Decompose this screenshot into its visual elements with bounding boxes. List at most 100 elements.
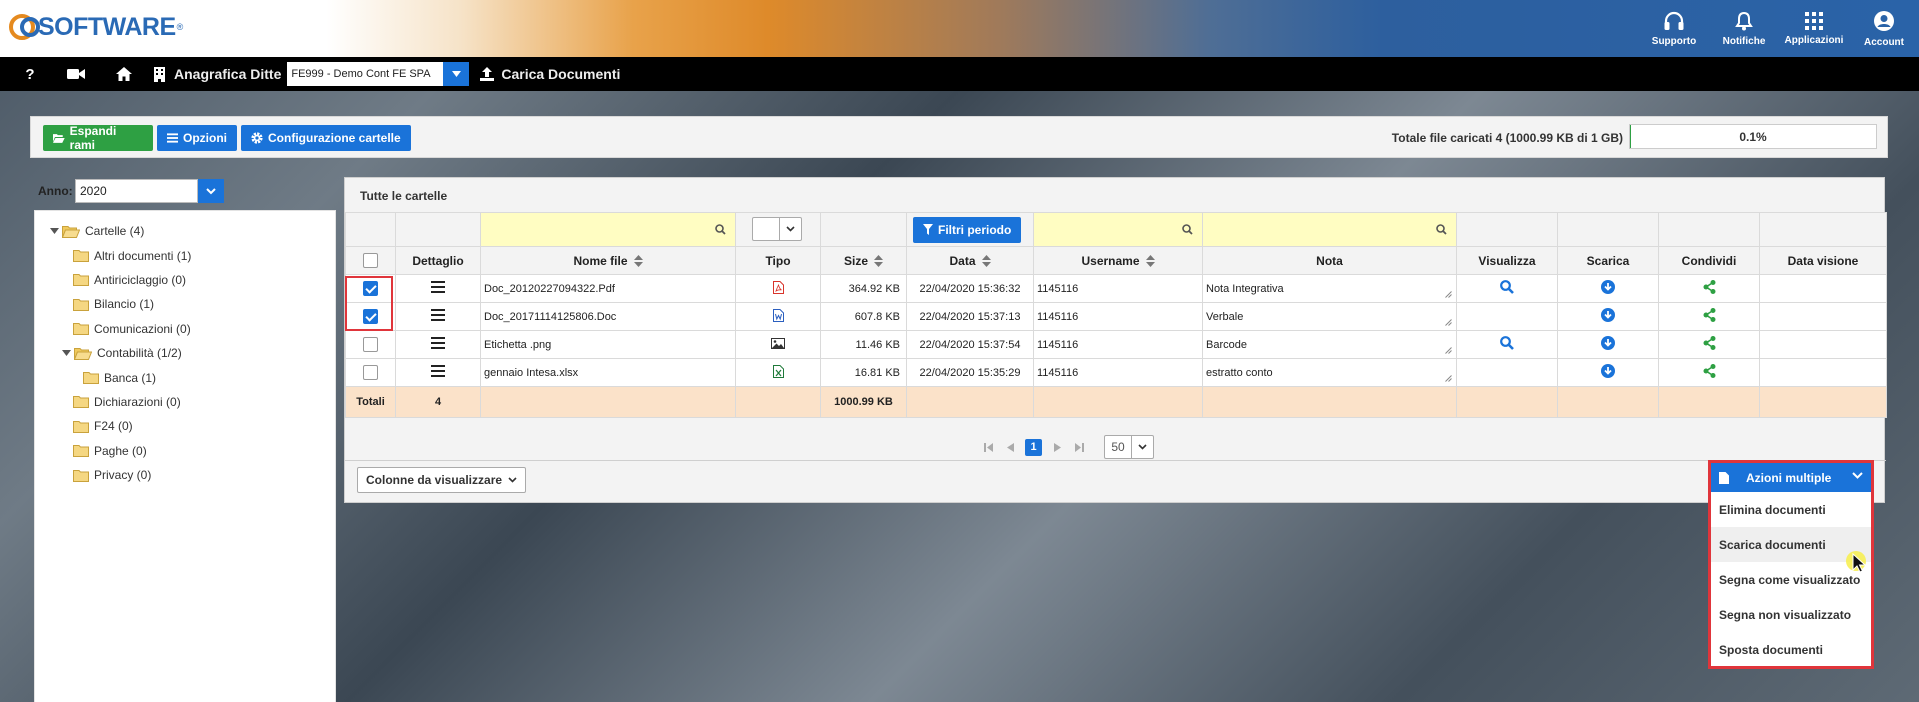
pager: 1 50: [345, 426, 1886, 468]
resize-handle-icon[interactable]: [1445, 319, 1452, 326]
select-all-checkbox[interactable]: [363, 253, 378, 269]
row-checkbox[interactable]: [363, 337, 378, 352]
tree-item[interactable]: Privacy (0): [35, 463, 335, 487]
visualizza-cell[interactable]: [1456, 330, 1558, 359]
tree-item[interactable]: F24 (0): [35, 414, 335, 438]
current-page[interactable]: 1: [1025, 438, 1042, 456]
col-size-label: Size: [843, 253, 868, 268]
tree-item[interactable]: Banca (1): [35, 365, 335, 389]
sort-icon: [1145, 255, 1155, 268]
table-row[interactable]: Doc_20120227094322.Pdf 364.92 KB 22/04/202…: [345, 274, 1887, 303]
upload-button[interactable]: [479, 57, 495, 91]
espandi-rami-button[interactable]: Espandi rami: [43, 124, 153, 152]
resize-handle-icon[interactable]: [1445, 375, 1452, 382]
opzioni-button[interactable]: Opzioni: [157, 125, 237, 151]
col-nome-file[interactable]: Nome file: [480, 246, 736, 275]
azioni-menu-item[interactable]: Segna non visualizzato: [1711, 597, 1871, 632]
col-username[interactable]: Username: [1033, 246, 1203, 275]
help-button[interactable]: ?: [18, 57, 42, 91]
nota-filter[interactable]: [1202, 212, 1457, 247]
carica-documenti-link[interactable]: Carica Documenti: [501, 66, 620, 82]
tree-item[interactable]: Dichiarazioni (0): [35, 390, 335, 414]
dettaglio-cell[interactable]: [395, 330, 481, 359]
nota-cell[interactable]: Barcode: [1202, 330, 1457, 359]
nome-file-cell[interactable]: Doc_20171114125806.Doc: [480, 302, 736, 331]
azioni-menu-item[interactable]: Elimina documenti: [1711, 492, 1871, 527]
tree-item[interactable]: Altri documenti (1): [35, 243, 335, 267]
tree-item[interactable]: Paghe (0): [35, 439, 335, 463]
next-page-icon: [1053, 442, 1061, 452]
configurazione-cartelle-button[interactable]: Configurazione cartelle: [241, 125, 411, 151]
table-row[interactable]: Doc_20171114125806.Doc 607.8 KB 22/04/2020…: [345, 302, 1887, 331]
anno-select[interactable]: 2020: [75, 179, 198, 203]
tree-item-label: Banca (1): [104, 370, 157, 385]
home-button[interactable]: [112, 57, 136, 91]
ditta-select[interactable]: FE999 - Demo Cont FE SPA: [287, 62, 470, 86]
nota-cell[interactable]: estratto conto: [1202, 358, 1457, 387]
share-icon: [1703, 280, 1715, 294]
nav-bar: ? Anagrafica Ditte FE999 - Demo Cont FE …: [0, 57, 1919, 91]
scarica-cell[interactable]: [1557, 330, 1659, 359]
dettaglio-cell[interactable]: [395, 274, 481, 303]
headset-icon: [1664, 11, 1684, 30]
tree-item-label: Privacy (0): [94, 468, 152, 483]
condividi-cell[interactable]: [1658, 302, 1760, 331]
account-button[interactable]: Account: [1849, 0, 1919, 57]
colonne-da-visualizzare-button[interactable]: Colonne da visualizzare: [357, 467, 527, 493]
tree-item[interactable]: Antiriciclaggio (0): [35, 268, 335, 292]
tree-item[interactable]: Bilancio (1): [35, 292, 335, 316]
scarica-cell[interactable]: [1557, 302, 1659, 331]
table-row[interactable]: gennaio Intesa.xlsx 16.81 KB 22/04/2020 15…: [345, 358, 1887, 387]
filtri-periodo-button[interactable]: Filtri periodo: [913, 216, 1022, 243]
tree-item[interactable]: Cartelle (4): [35, 219, 335, 243]
applicazioni-button[interactable]: Applicazioni: [1779, 0, 1849, 57]
ditta-value: FE999 - Demo Cont FE SPA: [287, 62, 444, 86]
tipo-filter-select[interactable]: [752, 216, 802, 241]
nome-file-cell[interactable]: gennaio Intesa.xlsx: [480, 358, 736, 387]
select-all-cell: [345, 246, 396, 275]
size-cell: 16.81 KB: [820, 358, 907, 387]
azioni-menu-item[interactable]: Sposta documenti: [1711, 632, 1871, 667]
ditta-dropdown-button[interactable]: [443, 62, 470, 86]
grid-title: Tutte le cartelle: [360, 189, 448, 203]
username-filter[interactable]: [1033, 212, 1203, 247]
nome-file-filter[interactable]: [480, 212, 736, 247]
tree-item[interactable]: Comunicazioni (0): [35, 317, 335, 341]
condividi-cell[interactable]: [1658, 330, 1760, 359]
tree-item[interactable]: Contabilità (1/2): [35, 341, 335, 365]
anagrafica-ditte-link[interactable]: Anagrafica Ditte: [174, 66, 281, 82]
building-button[interactable]: [152, 57, 166, 91]
next-page-button[interactable]: [1048, 438, 1066, 456]
last-page-button[interactable]: [1070, 438, 1088, 456]
video-button[interactable]: [64, 57, 88, 91]
azioni-multiple-button[interactable]: Azioni multiple: [1711, 463, 1871, 492]
supporto-button[interactable]: Supporto: [1639, 0, 1709, 57]
filter-cell-empty: [395, 212, 481, 247]
anno-dropdown-button[interactable]: [198, 179, 224, 203]
nome-file-cell[interactable]: Etichetta .png: [480, 330, 736, 359]
prev-page-button[interactable]: [1001, 438, 1019, 456]
nota-cell[interactable]: Nota Integrativa: [1202, 274, 1457, 303]
nome-file-cell[interactable]: Doc_20120227094322.Pdf: [480, 274, 736, 303]
page-size-select[interactable]: 50: [1104, 435, 1154, 459]
row-checkbox[interactable]: [363, 365, 378, 380]
gb-software-logo[interactable]: SOFTWARE ®: [8, 10, 183, 44]
resize-handle-icon[interactable]: [1445, 291, 1452, 298]
tipo-cell: [735, 302, 821, 331]
expand-toggle[interactable]: [61, 350, 71, 357]
dettaglio-cell[interactable]: [395, 358, 481, 387]
condividi-cell[interactable]: [1658, 274, 1760, 303]
expand-toggle[interactable]: [49, 228, 59, 235]
visualizza-cell[interactable]: [1456, 274, 1558, 303]
resize-handle-icon[interactable]: [1445, 347, 1452, 354]
table-row[interactable]: Etichetta .png 11.46 KB 22/04/2020 15:37:5…: [345, 330, 1887, 359]
scarica-cell[interactable]: [1557, 358, 1659, 387]
scarica-cell[interactable]: [1557, 274, 1659, 303]
col-size[interactable]: Size: [820, 246, 907, 275]
notifiche-button[interactable]: Notifiche: [1709, 0, 1779, 57]
col-data[interactable]: Data: [906, 246, 1034, 275]
first-page-button[interactable]: [979, 438, 997, 456]
condividi-cell[interactable]: [1658, 358, 1760, 387]
nota-cell[interactable]: Verbale: [1202, 302, 1457, 331]
dettaglio-cell[interactable]: [395, 302, 481, 331]
